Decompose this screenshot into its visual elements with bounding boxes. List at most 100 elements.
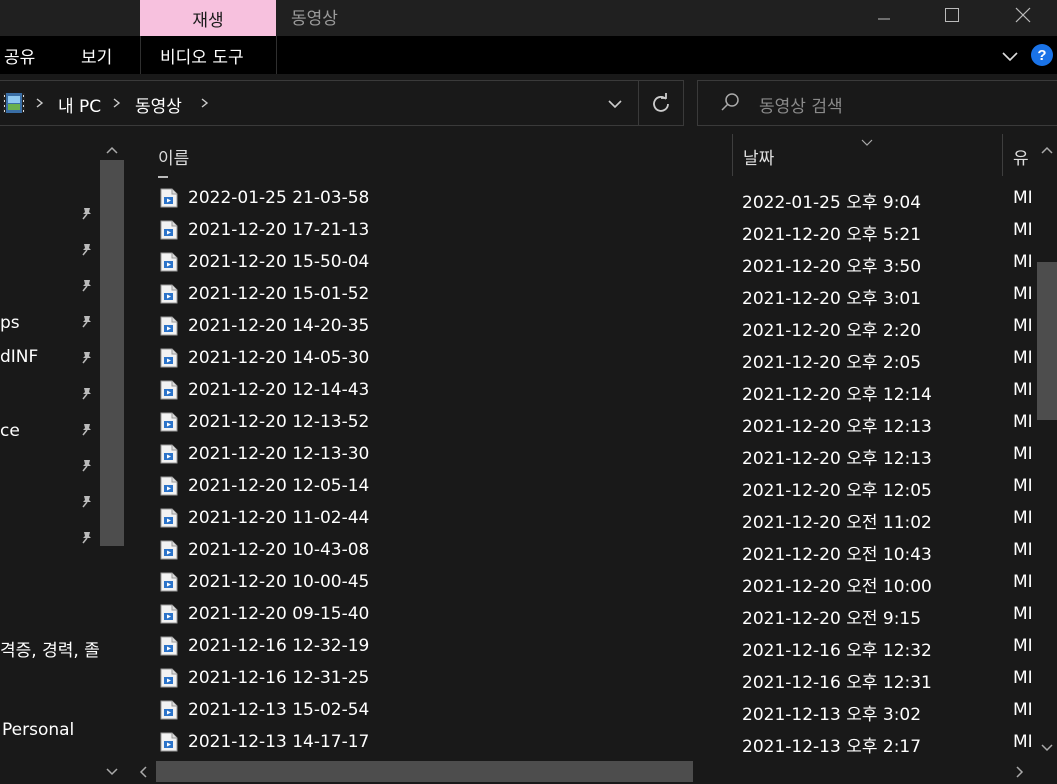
ribbon-bar (0, 36, 1057, 74)
table-row[interactable]: 2021-12-16 12-31-25 2021-12-16 오후 12:31 MI (150, 664, 1035, 696)
file-name: 2021-12-20 14-05-30 (188, 348, 370, 368)
table-row[interactable]: 2021-12-13 14-17-17 2021-12-13 오후 2:17 MI (150, 728, 1035, 760)
svg-text:?: ? (1037, 47, 1046, 64)
file-type: MI (1013, 380, 1033, 400)
file-type: MI (1013, 668, 1033, 688)
file-name: 2021-12-20 15-01-52 (188, 284, 370, 304)
menu-share[interactable]: 공유 (4, 36, 35, 74)
chevron-down-icon (608, 100, 622, 109)
nav-item[interactable]: ce (0, 421, 20, 441)
minimize-button[interactable] (861, 0, 907, 30)
video-file-icon (160, 700, 178, 720)
search-box[interactable] (697, 80, 1057, 126)
file-date: 2022-01-25 오후 9:04 (742, 193, 922, 213)
address-history-dropdown[interactable] (604, 93, 626, 115)
file-type: MI (1013, 348, 1033, 368)
file-name: 2021-12-13 15-02-54 (188, 700, 370, 720)
column-header-name[interactable]: 이름 (158, 144, 189, 169)
close-button[interactable] (1000, 0, 1046, 30)
horizontal-scrollbar-thumb[interactable] (156, 761, 693, 782)
file-type: MI (1013, 188, 1033, 208)
breadcrumb-this-pc[interactable]: 내 PC (58, 92, 101, 117)
menu-view[interactable]: 보기 (81, 36, 112, 74)
table-row[interactable]: 2021-12-20 14-20-35 2021-12-20 오후 2:20 MI (150, 312, 1035, 344)
nav-item[interactable]: Personal (2, 720, 74, 740)
file-type: MI (1013, 572, 1033, 592)
menu-video-tools[interactable]: 비디오 도구 (160, 36, 244, 74)
nav-scroll-up-button[interactable] (104, 142, 120, 156)
scroll-right-button[interactable] (1013, 764, 1027, 780)
maximize-button[interactable] (929, 0, 975, 30)
column-header-type[interactable]: 유 (1013, 144, 1029, 169)
nav-scroll-down-button[interactable] (104, 764, 120, 778)
breadcrumb-separator-icon[interactable] (111, 94, 123, 112)
pin-icon (80, 313, 94, 328)
tab-play[interactable]: 재생 (140, 0, 276, 36)
video-file-icon (160, 444, 178, 464)
file-name: 2021-12-20 12-14-43 (188, 380, 370, 400)
chevron-down-icon (1002, 52, 1018, 62)
file-date: 2021-12-16 오후 12:32 (742, 641, 932, 661)
video-file-icon (160, 252, 178, 272)
help-button[interactable]: ? (1030, 43, 1054, 67)
file-name: 2021-12-16 12-32-19 (188, 636, 370, 656)
chevron-left-icon (139, 766, 147, 778)
table-row[interactable]: 2021-12-20 11-02-44 2021-12-20 오전 11:02 MI (150, 504, 1035, 536)
table-row[interactable]: 2021-12-20 15-01-52 2021-12-20 오후 3:01 MI (150, 280, 1035, 312)
breadcrumb-videos[interactable]: 동영상 (135, 92, 182, 117)
file-type: MI (1013, 604, 1033, 624)
table-row[interactable]: 2022-01-25 21-03-58 2022-01-25 오후 9:04 MI (150, 184, 1035, 216)
table-row[interactable]: 2021-12-20 14-05-30 2021-12-20 오후 2:05 MI (150, 344, 1035, 376)
scroll-left-button[interactable] (136, 764, 150, 780)
vertical-scrollbar-thumb[interactable] (1037, 262, 1057, 420)
column-divider[interactable] (1002, 134, 1003, 176)
file-type: MI (1013, 284, 1033, 304)
video-file-icon (160, 316, 178, 336)
pin-icon (80, 529, 94, 544)
nav-item[interactable]: dINF (0, 347, 38, 367)
address-bar[interactable] (0, 80, 684, 126)
video-file-icon (160, 348, 178, 368)
table-row[interactable]: 2021-12-20 12-14-43 2021-12-20 오후 12:14 MI (150, 376, 1035, 408)
table-row[interactable]: 2021-12-20 10-43-08 2021-12-20 오전 10:43 MI (150, 536, 1035, 568)
column-divider[interactable] (732, 134, 733, 176)
window-title: 동영상 (291, 9, 338, 29)
table-row[interactable]: 2021-12-20 15-50-04 2021-12-20 오후 3:50 MI (150, 248, 1035, 280)
column-header-date[interactable]: 날짜 (743, 144, 774, 169)
table-row[interactable]: 2021-12-20 09-15-40 2021-12-20 오전 9:15 MI (150, 600, 1035, 632)
table-row[interactable]: 2021-12-20 12-05-14 2021-12-20 오후 12:05 MI (150, 472, 1035, 504)
nav-item[interactable]: 격증, 경력, 졸 (0, 636, 100, 661)
ribbon-divider (276, 36, 277, 74)
file-date: 2021-12-20 오후 12:13 (742, 417, 932, 437)
menu-view-label: 보기 (81, 47, 113, 68)
ribbon-expand-button[interactable] (998, 44, 1022, 68)
breadcrumb-separator-icon[interactable] (34, 94, 46, 112)
file-date: 2021-12-20 오후 5:21 (742, 225, 922, 245)
table-row[interactable]: 2021-12-16 12-32-19 2021-12-16 오후 12:32 MI (150, 632, 1035, 664)
tab-play-label: 재생 (192, 10, 224, 31)
breadcrumb-separator-icon[interactable] (199, 94, 211, 112)
file-date: 2021-12-20 오전 9:15 (742, 609, 922, 629)
chevron-right-icon (1016, 766, 1024, 778)
file-name: 2021-12-20 12-13-30 (188, 444, 370, 464)
pin-icon (80, 241, 94, 256)
table-row[interactable]: 2021-12-20 17-21-13 2021-12-20 오후 5:21 MI (150, 216, 1035, 248)
vertical-scrollbar[interactable] (1035, 134, 1057, 761)
file-type: MI (1013, 476, 1033, 496)
file-date: 2021-12-16 오후 12:31 (742, 673, 932, 693)
nav-scrollbar-thumb[interactable] (100, 160, 124, 546)
search-icon (719, 92, 741, 114)
table-row[interactable]: 2021-12-20 10-00-45 2021-12-20 오전 10:00 MI (150, 568, 1035, 600)
video-file-icon (160, 636, 178, 656)
table-row[interactable]: 2021-12-20 12-13-52 2021-12-20 오후 12:13 MI (150, 408, 1035, 440)
table-row[interactable]: 2021-12-13 15-02-54 2021-12-13 오후 3:02 MI (150, 696, 1035, 728)
table-row[interactable]: 2021-12-20 12-13-30 2021-12-20 오후 12:13 MI (150, 440, 1035, 472)
scroll-up-button[interactable] (1039, 142, 1055, 156)
file-name: 2021-12-20 12-13-52 (188, 412, 370, 432)
refresh-button[interactable] (650, 92, 672, 114)
scroll-down-button[interactable] (1039, 740, 1055, 754)
nav-item[interactable]: ps (0, 313, 20, 333)
file-date: 2021-12-20 오후 3:01 (742, 289, 922, 309)
file-date: 2021-12-20 오후 12:05 (742, 481, 932, 501)
file-date: 2021-12-20 오후 12:14 (742, 385, 932, 405)
